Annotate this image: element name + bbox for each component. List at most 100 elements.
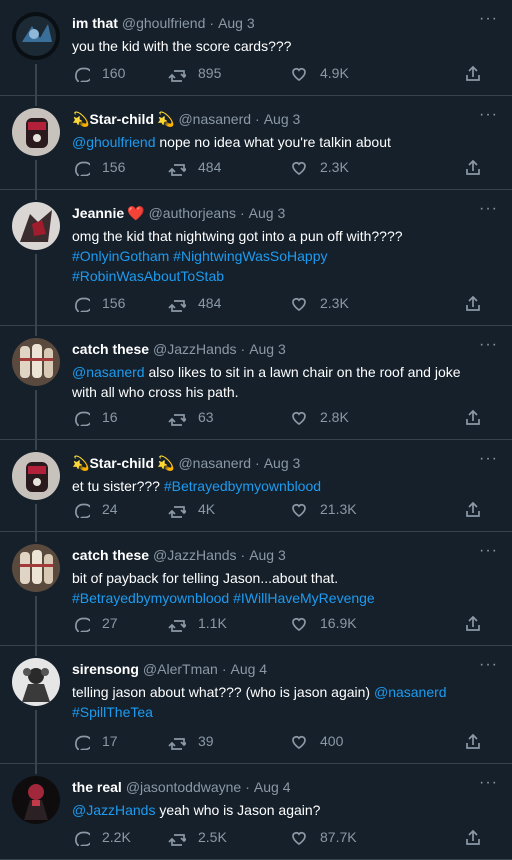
reply-button[interactable]: 156 [72,294,160,312]
user-handle[interactable]: @jasontoddwayne [126,779,241,795]
share-button[interactable] [464,64,494,82]
like-button[interactable]: 87.7K [290,828,406,846]
more-icon[interactable]: ··· [479,450,498,468]
display-name-text: Jeannie [72,204,125,221]
timestamp[interactable]: Aug 3 [249,205,286,221]
mention-link[interactable]: @nasanerd [72,364,145,380]
tweet[interactable]: sirensong @AlerTman · Aug 4 ··· telling jason… [0,646,512,764]
reply-button[interactable]: 17 [72,732,160,750]
tweet[interactable]: catch these @JazzHands · Aug 3 ··· @nasanerd … [0,326,512,440]
display-name[interactable]: 💫Star-child 💫 [72,111,174,128]
more-icon[interactable]: ··· [479,336,498,354]
share-button[interactable] [464,294,494,312]
retweet-button[interactable]: 1.1K [168,614,278,632]
thread-connector-line [35,646,37,656]
reply-button[interactable]: 156 [72,158,160,176]
display-name[interactable]: Jeannie ❤️ [72,205,145,222]
reply-button[interactable]: 2.2K [72,828,160,846]
user-handle[interactable]: @JazzHands [153,341,236,357]
display-name[interactable]: 💫Star-child 💫 [72,455,174,472]
hashtag-link[interactable]: #NightwingWasSoHappy [173,248,327,264]
display-name-text: im that [72,15,118,31]
tweet-actions: 156 484 2.3K [72,283,500,323]
retweet-button[interactable]: 4K [168,500,278,518]
avatar[interactable] [12,338,60,386]
timestamp[interactable]: Aug 3 [249,341,286,357]
more-icon[interactable]: ··· [479,542,498,560]
like-button[interactable]: 2.8K [290,408,406,426]
share-button[interactable] [464,500,494,518]
user-handle[interactable]: @JazzHands [153,547,236,563]
retweet-icon [168,300,186,312]
more-icon[interactable]: ··· [479,106,498,124]
reply-button[interactable]: 24 [72,500,160,518]
reply-count: 156 [102,295,126,311]
retweet-count: 39 [198,733,214,749]
user-handle[interactable]: @authorjeans [149,205,236,221]
mention-link[interactable]: @nasanerd [374,684,447,700]
tweet[interactable]: im that @ghoulfriend · Aug 3 ··· you the kid … [0,0,512,96]
retweet-button[interactable]: 39 [168,732,278,750]
like-button[interactable]: 2.3K [290,158,406,176]
avatar[interactable] [12,544,60,592]
user-handle[interactable]: @nasanerd [178,455,251,471]
timestamp[interactable]: Aug 3 [218,15,255,31]
reply-button[interactable]: 27 [72,614,160,632]
timestamp[interactable]: Aug 3 [264,111,301,127]
share-button[interactable] [464,614,494,632]
mention-link[interactable]: @JazzHands [72,802,155,818]
tweet[interactable]: catch these @JazzHands · Aug 3 ··· bit of pay… [0,532,512,646]
display-name[interactable]: catch these [72,341,149,357]
like-count: 16.9K [320,615,357,631]
retweet-button[interactable]: 2.5K [168,828,278,846]
tweet-thread: im that @ghoulfriend · Aug 3 ··· you the kid … [0,0,512,860]
reply-button[interactable]: 160 [72,64,160,82]
retweet-button[interactable]: 484 [168,158,278,176]
retweet-button[interactable]: 484 [168,294,278,312]
retweet-count: 895 [198,65,222,81]
display-name[interactable]: the real [72,779,122,795]
hashtag-link[interactable]: #SpillTheTea [72,704,153,720]
more-icon[interactable]: ··· [479,774,498,792]
avatar[interactable] [12,452,60,500]
retweet-button[interactable]: 895 [168,64,278,82]
user-handle[interactable]: @ghoulfriend [122,15,206,31]
display-name-text: catch these [72,341,150,357]
timestamp[interactable]: Aug 3 [264,455,301,471]
avatar[interactable] [12,658,60,706]
like-button[interactable]: 16.9K [290,614,406,632]
tweet[interactable]: the real @jasontoddwayne · Aug 4 ··· @JazzHan… [0,764,512,860]
like-button[interactable]: 400 [290,732,406,750]
share-button[interactable] [464,828,494,846]
user-handle[interactable]: @nasanerd [178,111,251,127]
timestamp[interactable]: Aug 4 [230,661,267,677]
tweet[interactable]: 💫Star-child 💫 @nasanerd · Aug 3 ··· @ghoulfrie… [0,96,512,190]
display-name[interactable]: sirensong [72,661,139,677]
user-handle[interactable]: @AlerTman [143,661,218,677]
more-icon[interactable]: ··· [479,10,498,28]
share-button[interactable] [464,732,494,750]
avatar[interactable] [12,776,60,824]
avatar[interactable] [12,12,60,60]
hashtag-link[interactable]: #RobinWasAboutToStab [72,268,224,284]
like-button[interactable]: 2.3K [290,294,406,312]
more-icon[interactable]: ··· [479,656,498,674]
tweet-actions: 17 39 400 [72,721,500,761]
tweet[interactable]: Jeannie ❤️ @authorjeans · Aug 3 ··· omg the ki… [0,190,512,326]
like-button[interactable]: 4.9K [290,64,406,82]
timestamp[interactable]: Aug 3 [249,547,286,563]
timestamp[interactable]: Aug 4 [254,779,291,795]
hashtag-link[interactable]: #OnlyinGotham [72,248,169,264]
avatar[interactable] [12,202,60,250]
reply-button[interactable]: 16 [72,408,160,426]
more-icon[interactable]: ··· [479,200,498,218]
avatar[interactable] [12,108,60,156]
share-button[interactable] [464,158,494,176]
retweet-button[interactable]: 63 [168,408,278,426]
tweet[interactable]: 💫Star-child 💫 @nasanerd · Aug 3 ··· et tu sist… [0,440,512,532]
share-button[interactable] [464,408,494,426]
display-name[interactable]: catch these [72,547,149,563]
like-button[interactable]: 21.3K [290,500,406,518]
retweet-count: 484 [198,295,222,311]
display-name[interactable]: im that [72,15,118,31]
